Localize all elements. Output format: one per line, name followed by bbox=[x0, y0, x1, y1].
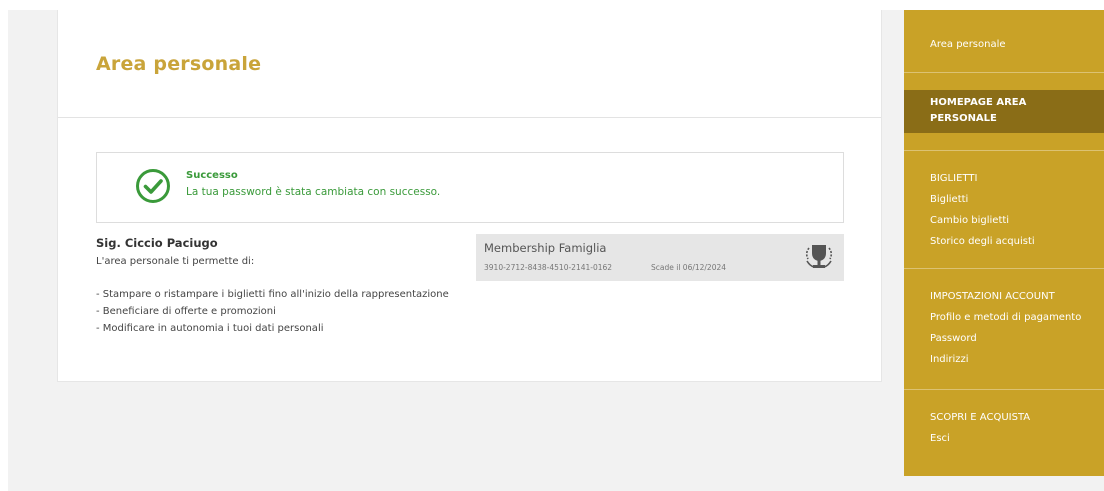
success-alert: Successo La tua password è stata cambiat… bbox=[96, 152, 844, 223]
sidebar-divider bbox=[904, 389, 1104, 390]
sidebar-item-esci[interactable]: Esci bbox=[930, 433, 950, 444]
check-circle-icon bbox=[136, 169, 170, 203]
sidebar-item-profilo[interactable]: Profilo e metodi di pagamento bbox=[930, 312, 1081, 323]
sidebar-item-area-personale[interactable]: Area personale bbox=[930, 39, 1006, 50]
sidebar-item-homepage[interactable]: HOMEPAGE AREA PERSONALE bbox=[904, 90, 1104, 133]
membership-expiry: Scade il 06/12/2024 bbox=[651, 263, 727, 272]
list-item: - Beneficiare di offerte e promozioni bbox=[96, 306, 276, 317]
sidebar-item-indirizzi[interactable]: Indirizzi bbox=[930, 354, 969, 365]
sidebar-heading-impostazioni[interactable]: IMPOSTAZIONI ACCOUNT bbox=[930, 291, 1055, 302]
sidebar-heading-scopri[interactable]: SCOPRI E ACQUISTA bbox=[930, 412, 1030, 423]
sidebar-item-storico-acquisti[interactable]: Storico degli acquisti bbox=[930, 236, 1035, 247]
benefits-list: - Stampare o ristampare i biglietti fino… bbox=[96, 286, 449, 337]
trophy-icon bbox=[805, 245, 833, 268]
sidebar-item-cambio-biglietti[interactable]: Cambio biglietti bbox=[930, 215, 1009, 226]
sidebar-heading-biglietti[interactable]: BIGLIETTI bbox=[930, 173, 977, 184]
alert-message: La tua password è stata cambiata con suc… bbox=[186, 186, 441, 198]
sidebar-item-password[interactable]: Password bbox=[930, 333, 977, 344]
membership-code: 3910-2712-8438-4510-2141-0162 bbox=[484, 263, 613, 272]
membership-name: Membership Famiglia bbox=[484, 241, 607, 255]
alert-title: Successo bbox=[186, 170, 238, 181]
user-name: Sig. Ciccio Paciugo bbox=[96, 236, 218, 250]
user-intro: L'area personale ti permette di: bbox=[96, 256, 255, 267]
sidebar-item-label: HOMEPAGE AREA PERSONALE bbox=[930, 97, 1027, 124]
page-title: Area personale bbox=[96, 53, 262, 75]
membership-card: Membership Famiglia 3910-2712-8438-4510-… bbox=[476, 234, 844, 281]
list-item: - Stampare o ristampare i biglietti fino… bbox=[96, 289, 449, 300]
sidebar-divider bbox=[904, 268, 1104, 269]
list-item: - Modificare in autonomia i tuoi dati pe… bbox=[96, 323, 324, 334]
card-header: Area personale bbox=[58, 10, 881, 118]
sidebar-divider bbox=[904, 150, 1104, 151]
sidebar-item-biglietti[interactable]: Biglietti bbox=[930, 194, 968, 205]
main-content-card: Area personale Successo La tua password … bbox=[57, 10, 882, 382]
sidebar-nav: Area personale HOMEPAGE AREA PERSONALE B… bbox=[904, 10, 1104, 476]
sidebar-divider bbox=[904, 72, 1104, 73]
